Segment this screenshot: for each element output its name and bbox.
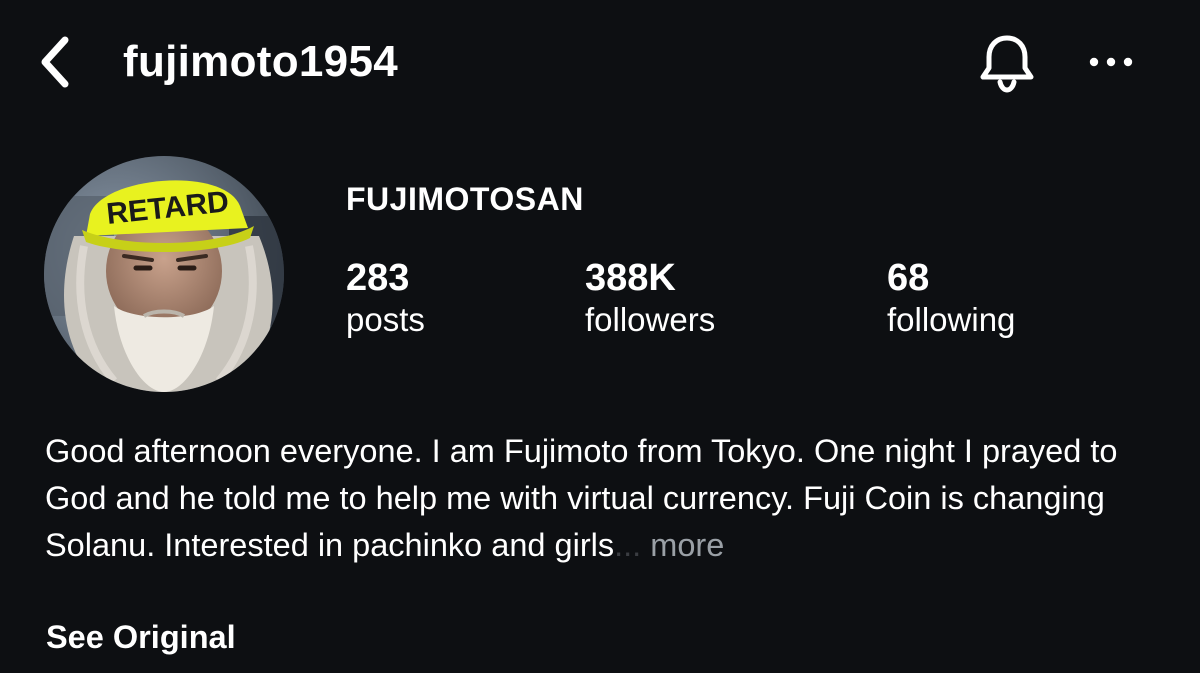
posts-count-label: posts xyxy=(346,301,425,338)
see-original-link[interactable]: See Original xyxy=(46,616,236,658)
more-options-button[interactable] xyxy=(1080,40,1142,84)
ellipsis-horizontal-icon xyxy=(1089,57,1133,67)
top-navigation-bar: fujimoto1954 xyxy=(0,0,1200,130)
posts-count-value: 283 xyxy=(346,257,410,299)
avatar[interactable]: RETARD xyxy=(44,156,284,392)
followers-count-label: followers xyxy=(585,301,716,338)
profile-display-name: FUJIMOTOSAN xyxy=(346,181,584,217)
following-count-label: following xyxy=(887,301,1016,338)
bio-text: Good afternoon everyone. I am Fujimoto f… xyxy=(45,433,1118,563)
back-button[interactable] xyxy=(30,34,80,90)
following-count[interactable]: 68 following xyxy=(887,256,1015,340)
chevron-left-icon xyxy=(41,36,69,88)
profile-username: fujimoto1954 xyxy=(123,37,398,86)
followers-count[interactable]: 388K followers xyxy=(585,256,715,340)
bio-more-link[interactable]: more xyxy=(641,527,724,563)
bio-ellipsis: ... xyxy=(614,527,642,563)
followers-count-value: 388K xyxy=(585,257,676,299)
bell-icon xyxy=(980,35,1034,93)
profile-photo: RETARD xyxy=(44,156,284,392)
notifications-button[interactable] xyxy=(974,32,1040,94)
profile-bio: Good afternoon everyone. I am Fujimoto f… xyxy=(45,428,1165,569)
posts-count[interactable]: 283 posts xyxy=(346,256,425,340)
following-count-value: 68 xyxy=(887,257,930,299)
